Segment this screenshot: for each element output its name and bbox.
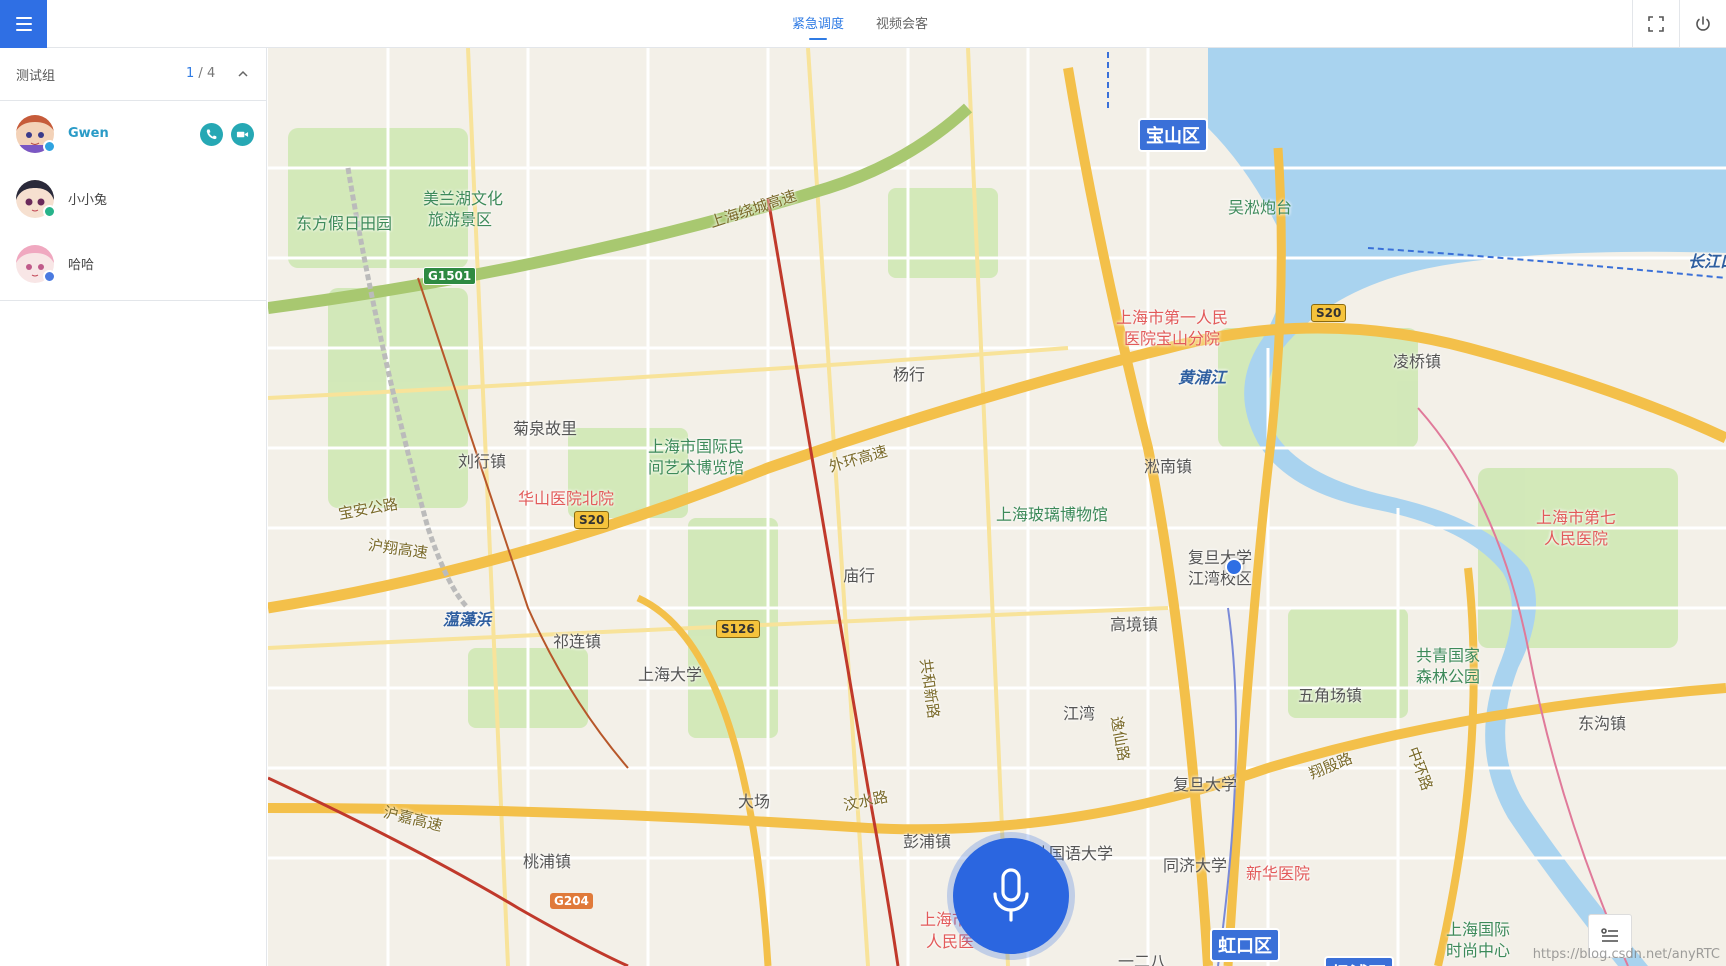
app-window: 紧急调度 视频会客 测试组 1 / 4 Gwen 小小兔 哈哈 宝山区 虹口区 …: [0, 0, 1726, 966]
group-name: 测试组: [16, 68, 56, 84]
place-label: 祁连镇: [553, 632, 602, 651]
member-row[interactable]: 小小兔: [0, 166, 266, 231]
group-online-count: 1 / 4: [186, 66, 216, 81]
place-label: 凌桥镇: [1393, 352, 1442, 371]
power-icon: [1696, 16, 1710, 31]
place-label: 东沟镇: [1578, 714, 1627, 733]
group-header[interactable]: 测试组 1 / 4: [0, 48, 266, 101]
place-label: 菊泉故里: [513, 419, 578, 438]
place-label: 旅游景区: [428, 210, 493, 229]
place-label: 淞南镇: [1144, 457, 1193, 476]
video-icon: [236, 131, 249, 138]
watermark: https://blog.csdn.net/anyRTC: [1532, 947, 1720, 962]
place-label: 大场: [738, 792, 771, 811]
highway-shield: S20: [1311, 304, 1347, 322]
place-label: 桃浦镇: [523, 852, 572, 871]
place-label: 东方假日田园: [296, 214, 393, 233]
microphone-icon: [993, 868, 1029, 922]
place-label: 吴淞炮台: [1228, 198, 1293, 217]
highway-shield: G1501: [423, 267, 477, 285]
district-label: 宝山区: [1138, 118, 1208, 152]
water-label: 蕰藻浜: [443, 610, 492, 629]
highway-shield: S20: [574, 511, 610, 529]
highway-shield: S126: [716, 620, 760, 638]
menu-icon: [15, 17, 32, 31]
member-row[interactable]: 哈哈: [0, 231, 266, 296]
fullscreen-button[interactable]: [1632, 0, 1679, 48]
member-name: 哈哈: [68, 258, 95, 273]
member-name: Gwen: [68, 126, 109, 141]
district-label: 杨浦区: [1324, 956, 1394, 966]
status-icon: [43, 269, 56, 283]
place-label: 时尚中心: [1446, 941, 1511, 960]
avatar: [16, 114, 56, 153]
member-row[interactable]: Gwen: [0, 101, 266, 166]
place-label: 刘行镇: [458, 452, 507, 471]
top-bar: 紧急调度 视频会客: [0, 0, 1726, 48]
member-list: Gwen 小小兔 哈哈: [0, 101, 266, 301]
phone-icon: [206, 129, 217, 140]
avatar: [16, 244, 56, 283]
place-label: 上海玻璃博物馆: [996, 505, 1109, 524]
place-label: 五角场镇: [1298, 686, 1363, 705]
chevron-up-icon[interactable]: [234, 65, 252, 83]
water-label: 黄浦江: [1178, 368, 1227, 387]
water-label: 长江口: [1688, 252, 1726, 271]
place-label: 森林公园: [1416, 667, 1481, 686]
tab-emergency-dispatch[interactable]: 紧急调度: [776, 0, 860, 48]
place-label: 庙行: [843, 566, 876, 585]
list-icon: [1601, 928, 1618, 942]
tab-video-meeting[interactable]: 视频会客: [860, 0, 944, 48]
place-label: 新华医院: [1246, 864, 1311, 883]
place-label: 华山医院北院: [518, 489, 615, 508]
video-call-button[interactable]: [231, 123, 254, 146]
online-status-icon: [43, 139, 56, 153]
place-label: 杨行: [893, 365, 926, 384]
contact-sidebar: 测试组 1 / 4 Gwen 小小兔 哈哈: [0, 48, 267, 966]
highway-shield: G204: [550, 893, 593, 909]
place-label: 彭浦镇: [903, 832, 952, 851]
voice-call-button[interactable]: [200, 123, 223, 146]
current-location-marker: [1225, 558, 1243, 576]
status-icon: [43, 204, 56, 218]
district-label: 虹口区: [1210, 928, 1280, 962]
place-label: 一二八: [1118, 952, 1167, 966]
place-label: 间艺术博览馆: [648, 458, 745, 477]
place-label: 高境镇: [1110, 615, 1159, 634]
menu-button[interactable]: [0, 0, 47, 48]
place-label: 复旦大学: [1173, 775, 1238, 794]
map-view[interactable]: 宝山区 虹口区 杨浦区 G1501 S20 S20 S126 G204 上海绕城…: [268, 48, 1726, 966]
place-label: 同济大学: [1163, 856, 1228, 875]
member-name: 小小兔: [68, 193, 108, 208]
place-label: 上海大学: [638, 665, 703, 684]
avatar: [16, 179, 56, 218]
place-label: 人民医院: [1544, 529, 1609, 548]
fullscreen-icon: [1648, 16, 1664, 32]
place-label: 江湾: [1063, 704, 1096, 723]
place-label: 医院宝山分院: [1124, 329, 1221, 348]
power-button[interactable]: [1679, 0, 1726, 48]
push-to-talk-button[interactable]: [953, 838, 1069, 954]
tab-bar: 紧急调度 视频会客: [776, 0, 944, 48]
